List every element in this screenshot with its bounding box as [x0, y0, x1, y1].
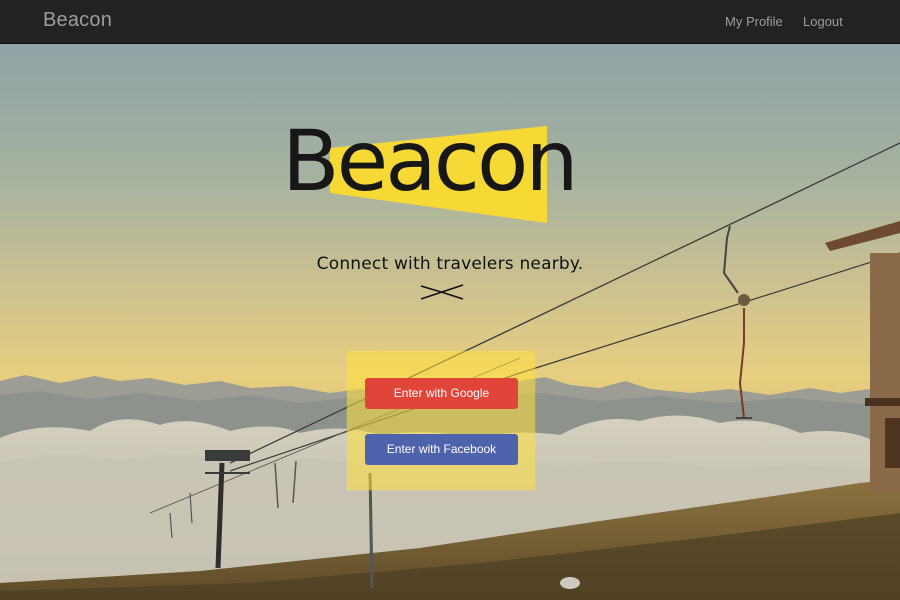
navbar: Beacon My Profile Logout	[0, 0, 900, 44]
my-profile-link[interactable]: My Profile	[725, 14, 783, 29]
login-page: Beacon My Profile Logout Beacon Connect …	[0, 0, 900, 600]
hero-section: Beacon Connect with travelers nearby. En…	[0, 43, 900, 600]
enter-with-facebook-button[interactable]: Enter with Facebook	[365, 434, 518, 465]
background-photo	[0, 43, 900, 600]
brand-link[interactable]: Beacon	[43, 9, 112, 32]
login-panel: Enter with Google Enter with Facebook	[347, 351, 535, 490]
enter-with-google-button[interactable]: Enter with Google	[365, 378, 518, 409]
logout-link[interactable]: Logout	[803, 14, 843, 29]
